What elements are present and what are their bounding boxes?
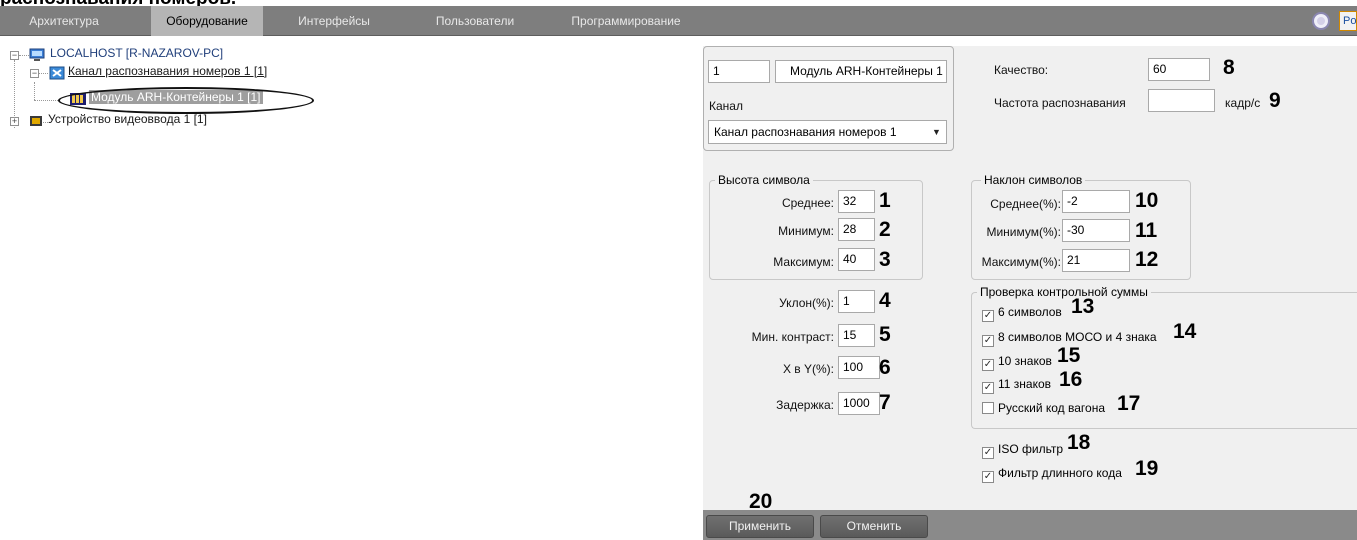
- highlight-ellipse: [58, 87, 314, 114]
- top-tab-bar: Архитектура Оборудование Интерфейсы Поль…: [0, 6, 1357, 36]
- height-max-field[interactable]: 40: [838, 248, 875, 271]
- tab-interfaces[interactable]: Интерфейсы: [283, 6, 385, 36]
- tilt-avg-label: Среднее(%):: [990, 197, 1061, 211]
- tilt-avg-field[interactable]: -2: [1062, 190, 1130, 213]
- checkbox-checked-icon[interactable]: ✓: [982, 471, 994, 483]
- frequency-unit: кадр/с: [1225, 96, 1261, 110]
- bottom-button-bar: Применить Отменить: [703, 510, 1357, 540]
- callout-11: 11: [1135, 219, 1158, 242]
- iso-filter-label: ISO фильтр: [998, 442, 1064, 456]
- checkbox-8-symbols-moco[interactable]: ✓ 8 символов МОСО и 4 знака: [982, 329, 1157, 347]
- height-min-field[interactable]: 28: [838, 218, 875, 241]
- checkbox-6-symbols-label: 6 символов: [998, 305, 1062, 319]
- checkbox-checked-icon[interactable]: ✓: [982, 359, 994, 371]
- callout-18: 18: [1067, 431, 1091, 454]
- callout-9: 9: [1269, 89, 1281, 112]
- height-min-label: Минимум:: [778, 224, 834, 238]
- checkbox-russian-wagon-code[interactable]: Русский код вагона: [982, 400, 1105, 416]
- callout-17: 17: [1117, 392, 1141, 415]
- recognition-frequency-field[interactable]: [1148, 89, 1215, 112]
- callout-20: 20: [749, 490, 773, 513]
- quality-field[interactable]: 60: [1148, 58, 1210, 81]
- callout-5: 5: [879, 323, 891, 346]
- channel-collapse-toggle[interactable]: −: [30, 69, 39, 78]
- tab-equipment[interactable]: Оборудование: [151, 6, 263, 36]
- quality-label: Качество:: [994, 63, 1049, 77]
- apply-button[interactable]: Применить: [706, 515, 814, 538]
- symbol-height-title: Высота символа: [715, 173, 813, 187]
- checkbox-iso-filter[interactable]: ✓ ISO фильтр: [982, 441, 1064, 459]
- tilt-min-label: Минимум(%):: [986, 225, 1061, 239]
- callout-8: 8: [1223, 56, 1235, 79]
- chevron-down-icon[interactable]: ▼: [930, 126, 943, 138]
- callout-16: 16: [1059, 368, 1083, 391]
- checkbox-checked-icon[interactable]: ✓: [982, 382, 994, 394]
- cancel-button[interactable]: Отменить: [820, 515, 928, 538]
- callout-6: 6: [879, 356, 891, 379]
- checkbox-checked-icon[interactable]: ✓: [982, 447, 994, 459]
- tilt-max-label: Максимум(%):: [981, 255, 1061, 269]
- video-expand-toggle[interactable]: +: [10, 117, 19, 126]
- root-collapse-toggle[interactable]: −: [10, 51, 19, 60]
- min-contrast-field[interactable]: 15: [838, 324, 875, 347]
- tilt-min-field[interactable]: -30: [1062, 219, 1130, 242]
- recognition-frequency-label: Частота распознавания: [994, 96, 1126, 110]
- symbol-tilt-title: Наклон символов: [981, 173, 1086, 187]
- checkbox-8-symbols-label: 8 символов МОСО и 4 знака: [998, 330, 1157, 344]
- tab-programming[interactable]: Программирование: [556, 6, 696, 36]
- module-id-field[interactable]: 1: [708, 60, 770, 83]
- video-device-icon: [30, 116, 42, 126]
- checkbox-11-signs-label: 11 знаков: [998, 377, 1052, 391]
- checkbox-checked-icon[interactable]: ✓: [982, 335, 994, 347]
- slope-field[interactable]: 1: [838, 290, 875, 313]
- callout-1: 1: [879, 189, 891, 212]
- delay-label: Задержка:: [776, 398, 834, 412]
- tree-item-localhost[interactable]: LOCALHOST [R-NAZAROV-PC]: [50, 46, 223, 60]
- x-in-y-field[interactable]: 100: [838, 356, 880, 379]
- module-name-field[interactable]: Модуль ARH-Контейнеры 1: [775, 60, 947, 83]
- cut-off-button[interactable]: Po: [1339, 11, 1357, 31]
- height-avg-label: Среднее:: [781, 196, 834, 210]
- channel-select[interactable]: Канал распознавания номеров 1 ▼: [708, 120, 947, 144]
- checkbox-unchecked-icon[interactable]: [982, 402, 994, 414]
- callout-3: 3: [879, 248, 891, 271]
- slope-label: Уклон(%):: [779, 296, 834, 310]
- tree-item-video-device[interactable]: Устройство видеоввода 1 [1]: [48, 112, 207, 126]
- checkbox-10-signs[interactable]: ✓ 10 знаков: [982, 353, 1052, 371]
- callout-14: 14: [1173, 320, 1197, 343]
- settings-panel: 1 Модуль ARH-Контейнеры 1 Канал Канал ра…: [703, 46, 1357, 540]
- tilt-max-field[interactable]: 21: [1062, 249, 1130, 272]
- tree-item-channel[interactable]: Канал распознавания номеров 1 [1]: [68, 64, 267, 78]
- long-code-filter-label: Фильтр длинного кода: [998, 466, 1122, 480]
- gear-icon[interactable]: [1312, 12, 1330, 30]
- tab-users[interactable]: Пользователи: [419, 6, 531, 36]
- min-contrast-label: Мин. контраст:: [751, 330, 834, 344]
- callout-10: 10: [1135, 189, 1159, 212]
- checkbox-6-symbols[interactable]: ✓ 6 символов: [982, 304, 1062, 322]
- computer-icon: [29, 48, 45, 61]
- tab-architecture[interactable]: Архитектура: [8, 6, 120, 36]
- x-in-y-label: X в Y(%):: [782, 362, 834, 376]
- callout-13: 13: [1071, 295, 1095, 318]
- checkbox-11-signs[interactable]: ✓ 11 знаков: [982, 376, 1052, 394]
- channel-select-value: Канал распознавания номеров 1: [714, 125, 897, 139]
- callout-2: 2: [879, 218, 891, 241]
- height-avg-field[interactable]: 32: [838, 190, 875, 213]
- checkbox-checked-icon[interactable]: ✓: [982, 310, 994, 322]
- callout-4: 4: [879, 289, 891, 312]
- checkbox-long-code-filter[interactable]: ✓ Фильтр длинного кода: [982, 465, 1122, 483]
- callout-15: 15: [1057, 344, 1081, 367]
- channel-icon: [49, 66, 65, 80]
- callout-7: 7: [879, 391, 891, 414]
- checksum-title: Проверка контрольной суммы: [977, 285, 1151, 299]
- checkbox-10-signs-label: 10 знаков: [998, 354, 1052, 368]
- callout-12: 12: [1135, 248, 1159, 271]
- channel-label: Канал: [709, 99, 743, 113]
- delay-field[interactable]: 1000: [838, 392, 880, 415]
- height-max-label: Максимум:: [773, 255, 834, 269]
- callout-19: 19: [1135, 457, 1159, 480]
- checkbox-russian-wagon-code-label: Русский код вагона: [998, 401, 1105, 415]
